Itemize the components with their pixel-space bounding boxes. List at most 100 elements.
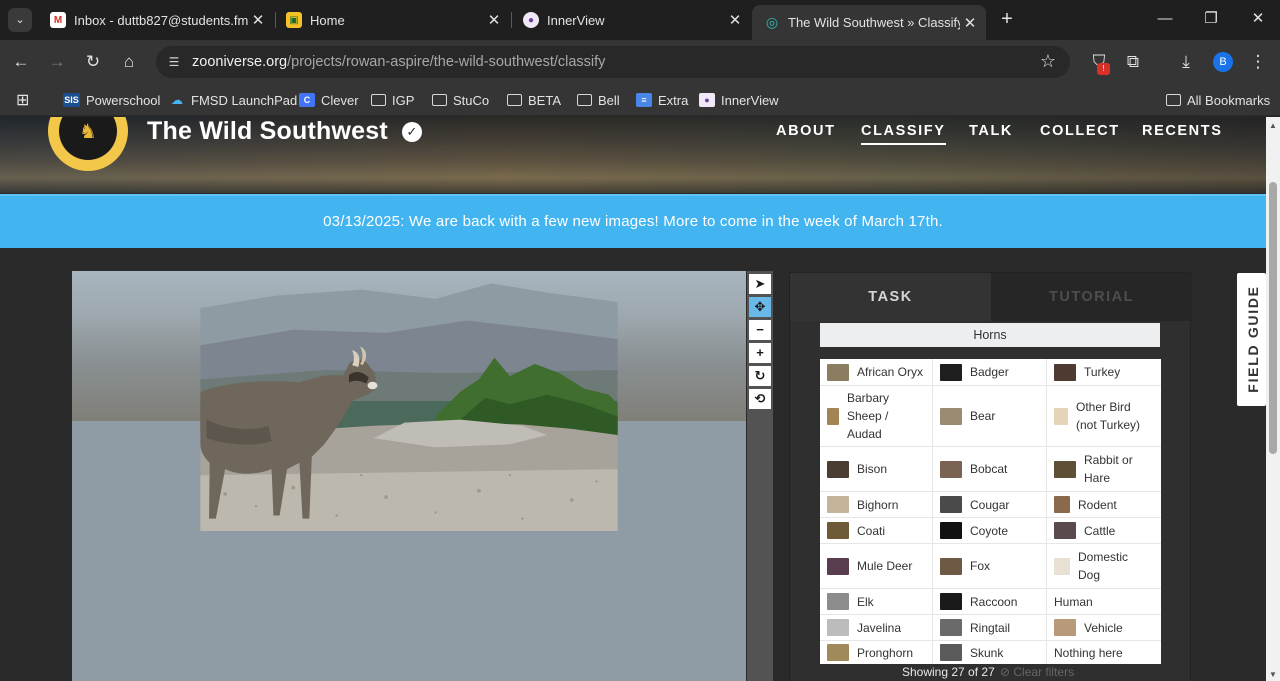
bookmark-folder-beta[interactable]: BETA (507, 91, 561, 109)
new-tab-button[interactable]: + (996, 8, 1018, 30)
folder-icon (1166, 94, 1181, 106)
close-window-button[interactable]: ✕ (1243, 8, 1273, 30)
species-thumbnail (827, 460, 849, 478)
reset-icon[interactable]: ⟲ (749, 389, 771, 409)
browser-toolbar: ← → ↻ ⌂ ☰ zooniverse.org/projects/rowan-… (0, 40, 1280, 84)
species-option[interactable]: Fox (933, 544, 1046, 588)
species-thumbnail (1054, 496, 1070, 513)
species-option[interactable]: Badger (933, 359, 1046, 385)
field-guide-button[interactable]: FIELD GUIDE (1237, 273, 1266, 406)
apps-grid-icon[interactable]: ⊞ (16, 91, 29, 109)
menu-kebab-icon[interactable]: ⋮ (1246, 50, 1270, 74)
nav-about[interactable]: ABOUT (776, 123, 836, 139)
zoom-in-icon[interactable]: + (749, 343, 771, 363)
species-option[interactable]: Vehicle (1047, 615, 1161, 640)
species-option[interactable]: Cattle (1047, 518, 1161, 543)
bookmark-innerview[interactable]: ● InnerView (699, 91, 779, 109)
tab-bar: ⌄ M Inbox - duttb827@students.fm ✕ ▣ Hom… (0, 0, 1280, 40)
species-option[interactable]: Bobcat (933, 447, 1046, 491)
species-option[interactable]: Other Bird (not Turkey) (1047, 386, 1161, 446)
species-option[interactable]: African Oryx (820, 359, 932, 385)
move-tool-icon[interactable]: ✥ (749, 297, 771, 317)
bookmark-folder-igp[interactable]: IGP (371, 91, 414, 109)
species-thumbnail (940, 557, 962, 575)
rotate-icon[interactable]: ↻ (749, 366, 771, 386)
nav-classify[interactable]: CLASSIFY (861, 123, 946, 145)
species-option[interactable]: Coati (820, 518, 932, 543)
close-icon[interactable]: ✕ (248, 11, 268, 29)
species-option[interactable]: Ringtail (933, 615, 1046, 640)
tab-innerview[interactable]: ● InnerView ✕ (511, 6, 751, 34)
species-option[interactable]: Skunk (933, 641, 1046, 664)
extensions-icon[interactable]: ⧉ (1121, 50, 1145, 74)
tab-tutorial[interactable]: TUTORIAL (991, 273, 1192, 321)
species-option[interactable]: Human (1047, 589, 1161, 614)
innerview-icon: ● (523, 12, 539, 28)
close-icon[interactable]: ✕ (725, 11, 745, 29)
profile-avatar[interactable]: B (1213, 52, 1233, 72)
page-scrollbar[interactable]: ▲ ▼ (1266, 117, 1280, 681)
species-thumbnail (940, 363, 962, 381)
address-bar[interactable]: ☰ zooniverse.org/projects/rowan-aspire/t… (156, 46, 1070, 78)
close-icon[interactable]: ✕ (484, 11, 504, 29)
species-option[interactable]: Raccoon (933, 589, 1046, 614)
bookmark-clever[interactable]: C Clever (299, 91, 359, 109)
bookmark-powerschool[interactable]: SIS Powerschool (63, 91, 160, 109)
project-title[interactable]: The Wild Southwest (147, 117, 388, 146)
species-option[interactable]: Rabbit or Hare (1047, 447, 1161, 491)
home-button[interactable]: ⌂ (117, 50, 141, 74)
close-icon[interactable]: ✕ (960, 14, 980, 32)
species-option[interactable]: Turkey (1047, 359, 1161, 385)
all-bookmarks[interactable]: All Bookmarks (1166, 91, 1270, 109)
folder-icon (507, 94, 522, 106)
species-option[interactable]: Nothing here (1047, 641, 1161, 664)
zoom-out-icon[interactable]: − (749, 320, 771, 340)
tab-gmail[interactable]: M Inbox - duttb827@students.fm ✕ (38, 6, 274, 34)
reload-button[interactable]: ↻ (81, 50, 105, 74)
tab-label: The Wild Southwest » Classify (788, 15, 960, 30)
species-option[interactable]: Domestic Dog (1047, 544, 1161, 588)
species-option[interactable]: Mule Deer (820, 544, 932, 588)
bookmark-folder-stuco[interactable]: StuCo (432, 91, 489, 109)
page-content: ♞ The Wild Southwest ✓ ABOUT CLASSIFY TA… (0, 117, 1266, 681)
restore-button[interactable]: ❐ (1196, 8, 1226, 30)
tab-home[interactable]: ▣ Home ✕ (274, 6, 510, 34)
pointer-tool-icon[interactable]: ➤ (749, 274, 771, 294)
deer-icon: ♞ (59, 117, 117, 160)
site-info-icon[interactable]: ☰ (164, 52, 184, 72)
forward-button[interactable]: → (45, 50, 69, 74)
species-option[interactable]: Rodent (1047, 492, 1161, 517)
minimize-button[interactable]: — (1150, 8, 1180, 30)
bookmark-fmsd-launchpad[interactable]: ☁ FMSD LaunchPad (169, 91, 297, 109)
scroll-up-icon[interactable]: ▲ (1269, 121, 1277, 130)
species-option[interactable]: Bighorn (820, 492, 932, 517)
species-option[interactable]: Elk (820, 589, 932, 614)
scroll-thumb[interactable] (1269, 182, 1277, 454)
species-option[interactable]: Pronghorn (820, 641, 932, 664)
powerschool-icon: SIS (63, 93, 80, 107)
nav-recents[interactable]: RECENTS (1142, 123, 1223, 139)
nav-collect[interactable]: COLLECT (1040, 123, 1120, 139)
horns-filter-button[interactable]: Horns (820, 323, 1160, 347)
download-icon[interactable]: ⤓ (1174, 50, 1198, 74)
tab-wild-southwest[interactable]: ◎ The Wild Southwest » Classify ✕ (752, 5, 986, 40)
tab-task[interactable]: TASK (790, 273, 991, 321)
species-option[interactable]: Cougar (933, 492, 1046, 517)
tab-search-button[interactable]: ⌄ (8, 8, 32, 32)
bookmark-extra[interactable]: ≡ Extra (636, 91, 688, 109)
scroll-down-icon[interactable]: ▼ (1269, 670, 1277, 679)
species-option[interactable]: Bear (933, 386, 1046, 446)
subject-image[interactable] (72, 271, 746, 681)
folder-icon (577, 94, 592, 106)
nav-talk[interactable]: TALK (969, 123, 1013, 139)
species-option[interactable]: Javelina (820, 615, 932, 640)
clear-filters-link[interactable]: ⊘ Clear filters (1000, 665, 1074, 679)
url-text[interactable]: zooniverse.org/projects/rowan-aspire/the… (192, 54, 605, 70)
back-button[interactable]: ← (9, 50, 33, 74)
bookmark-star-icon[interactable]: ☆ (1040, 51, 1056, 72)
species-option[interactable]: Barbary Sheep / Audad (820, 386, 932, 446)
bookmark-folder-bell[interactable]: Bell (577, 91, 620, 109)
species-option[interactable]: Bison (820, 447, 932, 491)
species-option[interactable]: Coyote (933, 518, 1046, 543)
species-thumbnail (1054, 407, 1068, 425)
